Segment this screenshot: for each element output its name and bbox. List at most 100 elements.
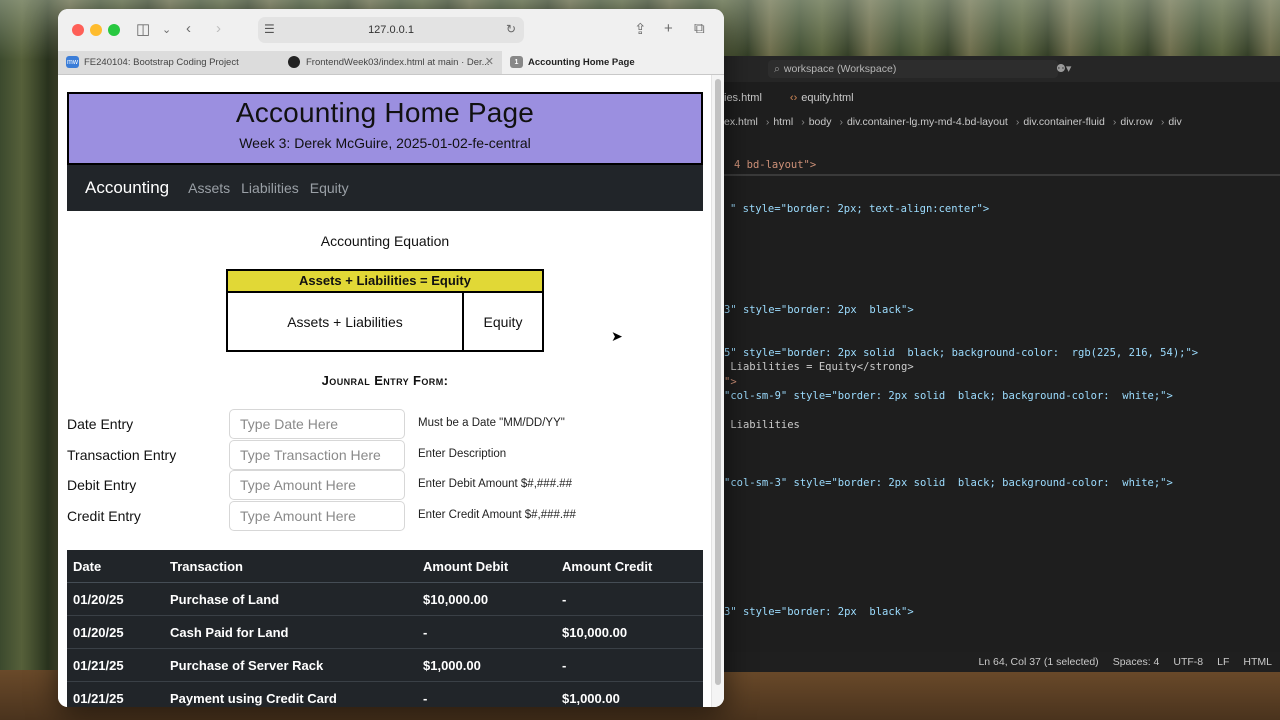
breadcrumb-item[interactable]: html	[773, 116, 793, 128]
editor-search-box[interactable]: ⌕ workspace (Workspace)	[768, 60, 1058, 78]
table-cell: -	[417, 615, 556, 649]
transaction-entry-label: Transaction Entry	[67, 447, 177, 463]
chevron-down-icon[interactable]: ⌄	[162, 23, 171, 36]
close-tab-icon[interactable]: ✕	[485, 55, 494, 68]
page-viewport[interactable]: Accounting Home Page Week 3: Derek McGui…	[58, 75, 724, 707]
browser-tab[interactable]: FrontendWeek03/index.html at main · Der.…	[280, 51, 502, 74]
editor-search-text: workspace (Workspace)	[783, 63, 897, 75]
table-cell: $10,000.00	[556, 615, 703, 649]
code-line[interactable]: Liabilities	[724, 419, 800, 431]
editor-tab-label: equity.html	[801, 92, 854, 104]
credit-entry-input[interactable]	[229, 501, 405, 531]
table-cell: 01/20/25	[67, 615, 164, 649]
breadcrumb-item[interactable]: div	[1168, 116, 1181, 128]
breadcrumb-item[interactable]: div.container-lg.my-md-4.bd-layout	[847, 116, 1008, 128]
page-scrollbar[interactable]	[711, 75, 724, 707]
chevron-right-icon: ›	[839, 116, 843, 128]
breadcrumb-item[interactable]: ex.html	[724, 116, 758, 128]
sidebar-toggle-icon[interactable]: ◫	[136, 20, 150, 38]
navbar-brand[interactable]: Accounting	[85, 178, 169, 198]
minimize-window-button[interactable]	[90, 24, 102, 36]
zoom-window-button[interactable]	[108, 24, 120, 36]
editor-command-bar: ⌕ workspace (Workspace) ⚉▾	[724, 56, 1280, 82]
tab-overview-icon[interactable]: ⧉	[694, 20, 705, 37]
code-line[interactable]: 3" style="border: 2px black">	[724, 304, 914, 316]
page-settings-icon[interactable]: ☰	[264, 22, 275, 36]
date-entry-help: Must be a Date "MM/DD/YY"	[418, 417, 565, 429]
credit-entry-help: Enter Credit Amount $#,###.##	[418, 509, 576, 521]
chevron-right-icon: ›	[1112, 116, 1117, 128]
column-header: Amount Debit	[417, 550, 556, 583]
copilot-icon[interactable]: ⚉▾	[1056, 62, 1071, 75]
address-bar[interactable]: ☰ 127.0.0.1 ↻	[258, 17, 524, 43]
url-text: 127.0.0.1	[368, 24, 414, 36]
html-file-icon: ‹›	[789, 92, 798, 104]
breadcrumb-item[interactable]: body	[809, 116, 832, 128]
table-cell: Purchase of Server Rack	[164, 648, 417, 682]
table-cell: 01/20/25	[67, 582, 164, 616]
page-title: Accounting Home Page	[235, 97, 535, 128]
table-cell: -	[417, 681, 556, 707]
transaction-entry-input[interactable]	[229, 440, 405, 470]
status-indentation[interactable]: Spaces: 4	[1113, 656, 1160, 668]
navbar: Accounting Assets Liabilities Equity	[67, 165, 703, 211]
table-row: 01/21/25 Payment using Credit Card - $1,…	[67, 681, 703, 707]
breadcrumb-item[interactable]: div.row	[1120, 116, 1152, 128]
new-tab-icon[interactable]: +	[664, 20, 673, 37]
form-row-transaction: Transaction Entry Enter Description	[67, 440, 707, 470]
code-line[interactable]: "col-sm-9" style="border: 2px solid blac…	[724, 390, 1173, 402]
date-entry-label: Date Entry	[67, 416, 134, 432]
date-entry-input[interactable]	[229, 409, 405, 439]
status-encoding[interactable]: UTF-8	[1173, 656, 1203, 668]
tab-title: FrontendWeek03/index.html at main · Der.…	[306, 57, 490, 68]
code-line[interactable]: 3" style="border: 2px black">	[724, 606, 914, 618]
status-language[interactable]: HTML	[1243, 656, 1272, 668]
code-line[interactable]: Liabilities = Equity</strong>	[724, 361, 913, 373]
reload-icon[interactable]: ↻	[506, 22, 516, 36]
table-cell: $10,000.00	[417, 582, 556, 616]
forward-arrow-icon[interactable]: ›	[216, 20, 221, 37]
breadcrumb-item[interactable]: div.container-fluid	[1023, 116, 1105, 128]
debit-entry-input[interactable]	[229, 470, 405, 500]
code-line[interactable]: "col-sm-3" style="border: 2px solid blac…	[724, 477, 1173, 489]
table-cell: -	[556, 582, 703, 616]
browser-tab[interactable]: mw FE240104: Bootstrap Coding Project	[58, 51, 280, 74]
equation-header: Assets + Liabilities = Equity	[228, 271, 542, 293]
equation-table: Assets + Liabilities = Equity Assets + L…	[226, 269, 544, 352]
form-title: Jounral Entry Form:	[321, 373, 449, 388]
browser-tab-active[interactable]: 1 Accounting Home Page	[502, 51, 724, 74]
table-cell: $1,000.00	[556, 681, 703, 707]
nav-link-assets[interactable]: Assets	[188, 180, 230, 196]
code-editor-window[interactable]: ⌕ workspace (Workspace) ⚉▾ ies.html ‹› eq…	[724, 56, 1280, 672]
form-row-debit: Debit Entry Enter Debit Amount $#,###.##	[67, 470, 707, 500]
mouse-pointer-icon: ➤	[611, 328, 623, 344]
nav-link-equity[interactable]: Equity	[310, 180, 349, 196]
table-cell: Cash Paid for Land	[164, 615, 417, 649]
table-cell: Purchase of Land	[164, 582, 417, 616]
table-cell: 01/21/25	[67, 648, 164, 682]
back-arrow-icon[interactable]: ‹	[186, 20, 191, 37]
table-cell: 01/21/25	[67, 681, 164, 707]
equation-title: Accounting Equation	[320, 233, 450, 249]
code-line[interactable]: ">	[724, 376, 737, 388]
close-window-button[interactable]	[72, 24, 84, 36]
code-line[interactable]: 4 bd-layout">	[734, 159, 816, 171]
editor-sticky-divider	[724, 174, 1280, 176]
nav-link-liabilities[interactable]: Liabilities	[241, 180, 299, 196]
chevron-right-icon: ›	[765, 116, 770, 128]
equation-right-cell: Equity	[483, 313, 523, 330]
share-icon[interactable]: ⇪	[634, 20, 647, 38]
editor-tab[interactable]: ies.html	[724, 92, 762, 104]
code-line[interactable]: " style="border: 2px; text-align:center"…	[730, 203, 989, 215]
status-line-ending[interactable]: LF	[1217, 656, 1229, 668]
page-header: Accounting Home Page Week 3: Derek McGui…	[67, 92, 703, 165]
credit-entry-label: Credit Entry	[67, 508, 141, 524]
scrollbar-thumb[interactable]	[715, 79, 721, 685]
browser-tabstrip: mw FE240104: Bootstrap Coding Project Fr…	[58, 51, 724, 75]
form-row-date: Date Entry Must be a Date "MM/DD/YY"	[67, 409, 707, 439]
editor-breadcrumb: ex.html › html › body › div.container-lg.my…	[724, 112, 1280, 132]
editor-tab-active[interactable]: ‹› equity.html	[790, 92, 882, 104]
code-line[interactable]: 5" style="border: 2px solid black; backg…	[724, 347, 1198, 359]
status-cursor-position[interactable]: Ln 64, Col 37 (1 selected)	[978, 656, 1098, 668]
editor-status-bar: Ln 64, Col 37 (1 selected) Spaces: 4 UTF…	[724, 652, 1280, 672]
